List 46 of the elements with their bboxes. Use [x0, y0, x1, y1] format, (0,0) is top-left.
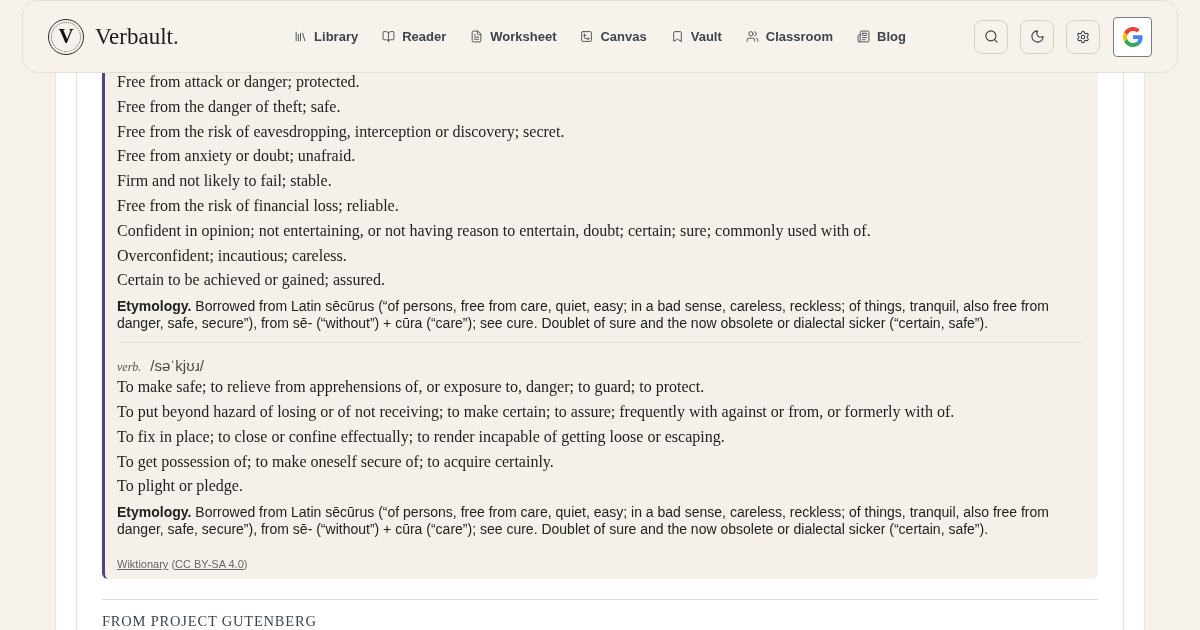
- nav-link[interactable]: Library: [294, 26, 359, 47]
- moon-icon: [1029, 29, 1045, 44]
- definition-text: Free from anxiety or doubt; unafraid.: [117, 146, 357, 167]
- theme-toggle-button[interactable]: [1020, 19, 1054, 54]
- newspaper-icon: [857, 30, 870, 43]
- definition-text: To make safe; to relieve from apprehensions of, or exposure to, danger; to guard; to protect.: [117, 377, 706, 398]
- definition-text: Free from attack or danger; protected.: [117, 72, 361, 93]
- etymology-text: Etymology. Borrowed from Latin sēcūrus (“of persons, free from care, quiet, easy; in a bad sense, careless, reckless; of things, tranquil, also free from danger, safe, secure”), from sē- (“without”) + cūra (“care”); see cure. Doublet of sure and the now obsolete or dialectal sicker (“certain, safe”).: [117, 504, 1050, 539]
- attribution-text: Wiktionary (CC BY-SA 4.0): [117, 557, 249, 572]
- definition-text: Confident in opinion; not entertaining, or not having reason to entertain, doubt; certain; sure; commonly used with of.: [117, 220, 872, 242]
- nav-link[interactable]: Vault: [670, 26, 722, 47]
- settings-button[interactable]: [1066, 19, 1100, 54]
- part-of-speech-label: verb.: [117, 359, 142, 377]
- bookmark-icon: [670, 30, 684, 43]
- pronunciation-text: /səˈkjʊɹ/: [150, 356, 204, 377]
- definition-text: Overconfident; incautious; careless.: [117, 245, 348, 266]
- definition-text: To fix in place; to close or confine effectually; to render incapable of getting loose or escaping.: [117, 426, 726, 448]
- definition-text: Free from the danger of theft; safe.: [117, 96, 342, 118]
- settings-icon: [1076, 29, 1090, 44]
- search-icon: [983, 29, 999, 44]
- nav-link[interactable]: Reader: [382, 26, 447, 47]
- open-book-icon: [382, 30, 396, 43]
- book-stack-icon: [294, 30, 308, 43]
- search-button[interactable]: [974, 19, 1008, 54]
- logo-emblem[interactable]: V: [48, 18, 84, 55]
- attribution-link[interactable]: CC BY-SA 4.0: [175, 558, 244, 571]
- nav-link[interactable]: Worksheet: [470, 26, 557, 47]
- section-heading: FROM PROJECT GUTENBERG: [102, 612, 318, 630]
- brand-name[interactable]: Verbault.: [95, 25, 179, 48]
- people-icon: [745, 30, 759, 43]
- g-logo-icon: [1122, 26, 1143, 47]
- definition-text: To plight or pledge.: [117, 476, 244, 497]
- attribution-link[interactable]: Wiktionary: [117, 558, 169, 571]
- google-sign-in-button[interactable]: [1113, 16, 1152, 57]
- definition-text: Firm and not likely to fail; stable.: [117, 171, 333, 192]
- framed-curve-icon: [580, 30, 594, 43]
- nav-link[interactable]: Blog: [857, 26, 906, 47]
- document-icon: [470, 30, 484, 43]
- definition-text: Certain to be achieved or gained; assured.: [117, 270, 386, 291]
- nav-link[interactable]: Canvas: [580, 26, 647, 47]
- definition-text: Free from the risk of eavesdropping, interception or discovery; secret.: [117, 121, 566, 143]
- nav-link[interactable]: Classroom: [745, 26, 833, 47]
- definition-text: Free from the risk of financial loss; reliable.: [117, 196, 400, 216]
- definition-text: To get possession of; to make oneself secure of; to acquire certainly.: [117, 451, 555, 473]
- etymology-text: Etymology. Borrowed from Latin sēcūrus (“of persons, free from care, quiet, easy; in a bad sense, careless, reckless; of things, tranquil, also free from danger, safe, secure”), from sē- (“without”) + cūra (“care”); see cure. Doublet of sure and the now obsolete or dialectal sicker (“certain, safe”).: [117, 298, 1050, 333]
- definition-text: To put beyond hazard of losing or of not receiving; to make certain; to assure; frequently with against or from, or formerly with of.: [117, 401, 956, 423]
